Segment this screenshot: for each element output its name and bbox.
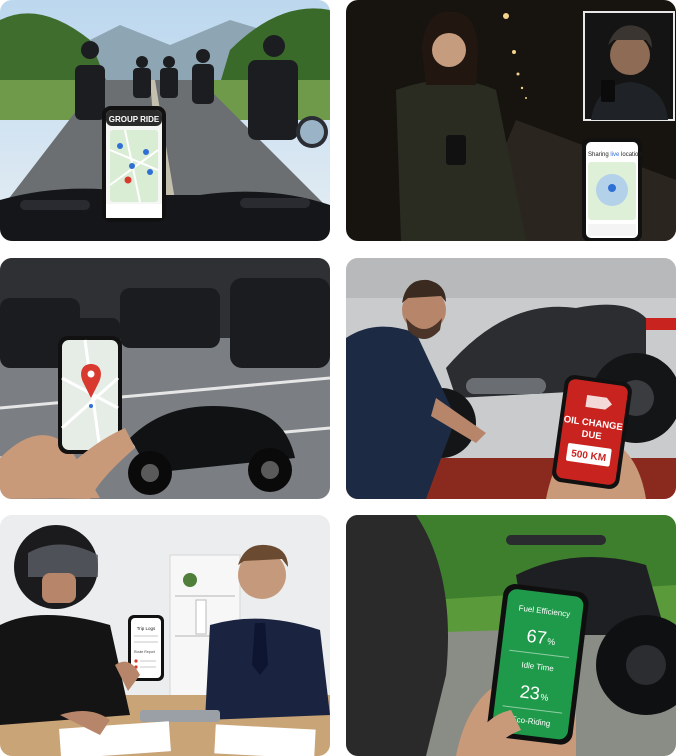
metric1-value: 67: [526, 626, 548, 648]
photo-share-location: Sharing live location: [346, 0, 676, 241]
phone-title-suffix: location: [619, 152, 641, 158]
photo-group-ride: GROUP RIDE: [0, 0, 330, 241]
phone-item: Route Report: [134, 650, 155, 654]
phone-title: Trip Logs: [137, 626, 156, 631]
metric2-unit: %: [540, 692, 549, 703]
photo-find-parked-bike: [0, 258, 330, 499]
metric2-value: 23: [519, 681, 541, 703]
metric1-unit: %: [547, 636, 556, 647]
phone-title: GROUP RIDE: [109, 115, 160, 124]
photo-eco-riding: Fuel Efficiency 67% Idle Time 23% Eco-Ri…: [346, 515, 676, 756]
photo-trip-logs: Trip Logs Route Report: [0, 515, 330, 756]
photo-maintenance: OIL CHANGE DUE 500 KM: [346, 258, 676, 499]
svg-text:Sharing live location: Sharing live location: [588, 152, 642, 158]
phone-title-prefix: Sharing: [588, 152, 610, 158]
